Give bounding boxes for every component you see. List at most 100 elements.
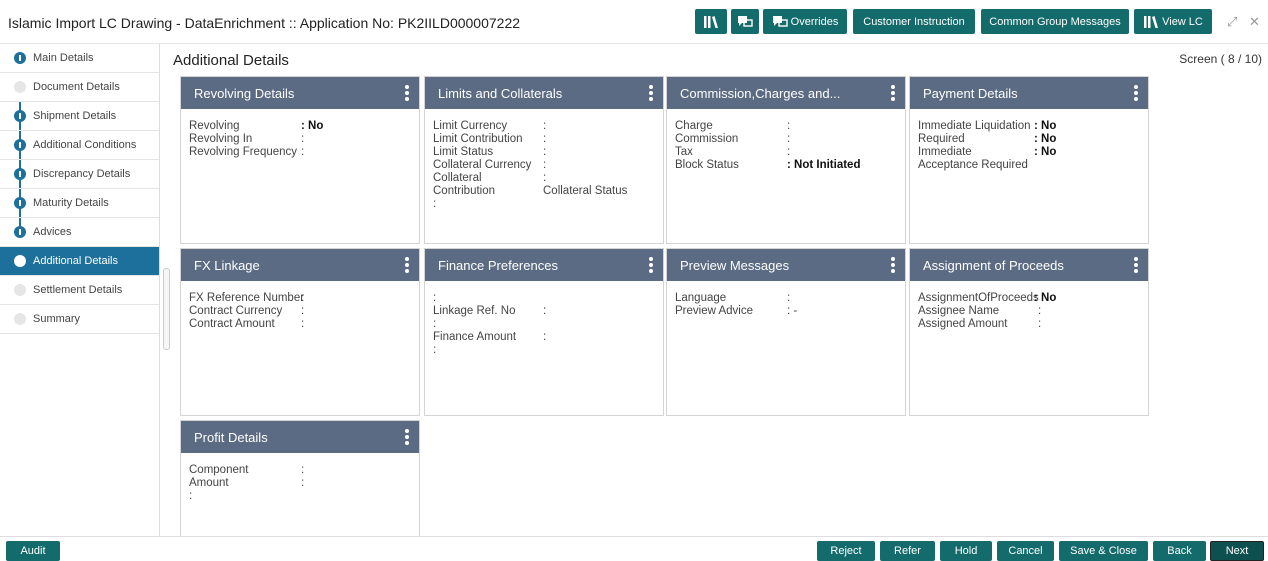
field-value: : <box>543 146 547 158</box>
sidebar-item-settlement-details[interactable]: Settlement Details <box>0 276 159 305</box>
back-button[interactable]: Back <box>1153 541 1206 561</box>
field-label: Charge <box>675 120 713 132</box>
field-row: : <box>433 198 655 211</box>
field-value: : <box>301 477 305 489</box>
card-header: Finance Preferences <box>425 249 663 281</box>
sidebar-item-label: Settlement Details <box>33 284 123 296</box>
page-title: Additional Details <box>173 52 289 69</box>
field-label: Acceptance Required <box>918 159 1028 171</box>
card-header: Preview Messages <box>667 249 905 281</box>
library-icon <box>1143 15 1159 29</box>
kebab-menu-icon[interactable] <box>405 257 409 275</box>
sidebar-item-additional-details[interactable]: Additional Details <box>0 247 159 276</box>
field-value: : <box>301 292 305 304</box>
sidebar-item-discrepancy-details[interactable]: Discrepancy Details <box>0 160 159 189</box>
status-value: : Not Initiated <box>787 159 861 171</box>
overrides-button[interactable]: Overrides <box>763 9 847 34</box>
save-close-button[interactable]: Save & Close <box>1059 541 1148 561</box>
kebab-menu-icon[interactable] <box>891 85 895 103</box>
next-button[interactable]: Next <box>1210 541 1264 561</box>
field-label: Limit Contribution <box>433 133 523 145</box>
field-value: : <box>543 305 547 317</box>
card-title: Profit Details <box>194 429 268 445</box>
finance-preferences-card: Finance Preferences : Linkage Ref. No: :… <box>424 248 664 416</box>
step-navigation: Main Details Document Details Shipment D… <box>0 44 160 536</box>
field-value: : <box>301 133 305 145</box>
common-group-messages-button[interactable]: Common Group Messages <box>981 9 1129 34</box>
step-current-icon <box>14 255 26 267</box>
field-value: : <box>543 159 547 171</box>
view-lc-button[interactable]: View LC <box>1134 9 1212 34</box>
kebab-menu-icon[interactable] <box>405 85 409 103</box>
field-label: Immediate <box>918 146 972 158</box>
card-header: Revolving Details <box>181 77 419 109</box>
field-row: Linkage Ref. No: <box>433 305 655 318</box>
field-row: Limit Currency: <box>433 120 655 133</box>
sidebar-item-document-details[interactable]: Document Details <box>0 73 159 102</box>
sidebar-item-maturity-details[interactable]: Maturity Details <box>0 189 159 218</box>
card-header: Payment Details <box>910 77 1148 109</box>
kebab-menu-icon[interactable] <box>891 257 895 275</box>
field-value: : <box>301 305 305 317</box>
field-value: : <box>189 490 193 502</box>
sidebar-item-advices[interactable]: Advices <box>0 218 159 247</box>
reject-button[interactable]: Reject <box>817 541 875 561</box>
sidebar-item-label: Summary <box>33 313 81 325</box>
field-value: : <box>1038 305 1042 317</box>
kebab-menu-icon[interactable] <box>1134 257 1138 275</box>
sidebar-item-label: Advices <box>33 226 72 238</box>
field-row: Revolving In: <box>189 133 411 146</box>
card-title: Preview Messages <box>680 257 790 273</box>
cancel-button[interactable]: Cancel <box>997 541 1054 561</box>
field-row: : <box>433 344 655 357</box>
card-header: Commission,Charges and... <box>667 77 905 109</box>
library-button[interactable] <box>695 9 727 34</box>
card-title: Assignment of Proceeds <box>923 257 1064 273</box>
field-value: : <box>301 146 305 158</box>
customer-instruction-button[interactable]: Customer Instruction <box>853 9 975 34</box>
card-title: Finance Preferences <box>438 257 558 273</box>
audit-button[interactable]: Audit <box>6 541 60 561</box>
splitter-handle[interactable] <box>163 268 170 350</box>
field-row: Finance Amount: <box>433 331 655 344</box>
field-value: : <box>543 133 547 145</box>
field-row: Contribution Collateral Status <box>433 185 655 198</box>
field-value: : <box>301 464 305 476</box>
restore-icon[interactable]: ⤢ <box>1227 14 1237 30</box>
kebab-menu-icon[interactable] <box>649 85 653 103</box>
field-value: : No <box>1034 120 1057 132</box>
chat-button[interactable] <box>731 9 759 34</box>
hold-button[interactable]: Hold <box>940 541 992 561</box>
field-value: : No <box>1034 292 1057 304</box>
sidebar-item-label: Maturity Details <box>33 197 109 209</box>
sidebar-item-label: Document Details <box>33 81 120 93</box>
sidebar-item-additional-conditions[interactable]: Additional Conditions <box>0 131 159 160</box>
field-label: Immediate Liquidation <box>918 120 1031 132</box>
step-done-icon <box>14 226 26 238</box>
field-row: Amount: <box>189 477 411 490</box>
sidebar-item-main-details[interactable]: Main Details <box>0 44 159 73</box>
kebab-menu-icon[interactable] <box>405 429 409 447</box>
sidebar-item-summary[interactable]: Summary <box>0 305 159 334</box>
field-label: Revolving <box>189 120 240 132</box>
field-label: Finance Amount <box>433 331 517 343</box>
kebab-menu-icon[interactable] <box>649 257 653 275</box>
field-label: FX Reference Number <box>189 292 305 304</box>
field-value: : <box>543 120 547 132</box>
field-label: Contribution <box>433 185 496 197</box>
fx-linkage-card: FX Linkage FX Reference Number: Contract… <box>180 248 420 416</box>
card-title: Commission,Charges and... <box>680 85 841 101</box>
step-done-icon <box>14 139 26 151</box>
close-icon[interactable]: ✕ <box>1249 14 1260 30</box>
step-done-icon <box>14 52 26 64</box>
limits-collaterals-card: Limits and Collaterals Limit Currency: L… <box>424 76 664 244</box>
app-header: Islamic Import LC Drawing - DataEnrichme… <box>0 0 1268 44</box>
kebab-menu-icon[interactable] <box>1134 85 1138 103</box>
commission-charges-card: Commission,Charges and... Charge: Commis… <box>666 76 906 244</box>
sidebar-item-shipment-details[interactable]: Shipment Details <box>0 102 159 131</box>
field-row: : <box>189 490 411 503</box>
field-row: Acceptance Required <box>918 159 1140 172</box>
refer-button[interactable]: Refer <box>880 541 935 561</box>
field-label: Collateral Currency <box>433 159 532 171</box>
sidebar-item-label: Main Details <box>33 52 94 64</box>
